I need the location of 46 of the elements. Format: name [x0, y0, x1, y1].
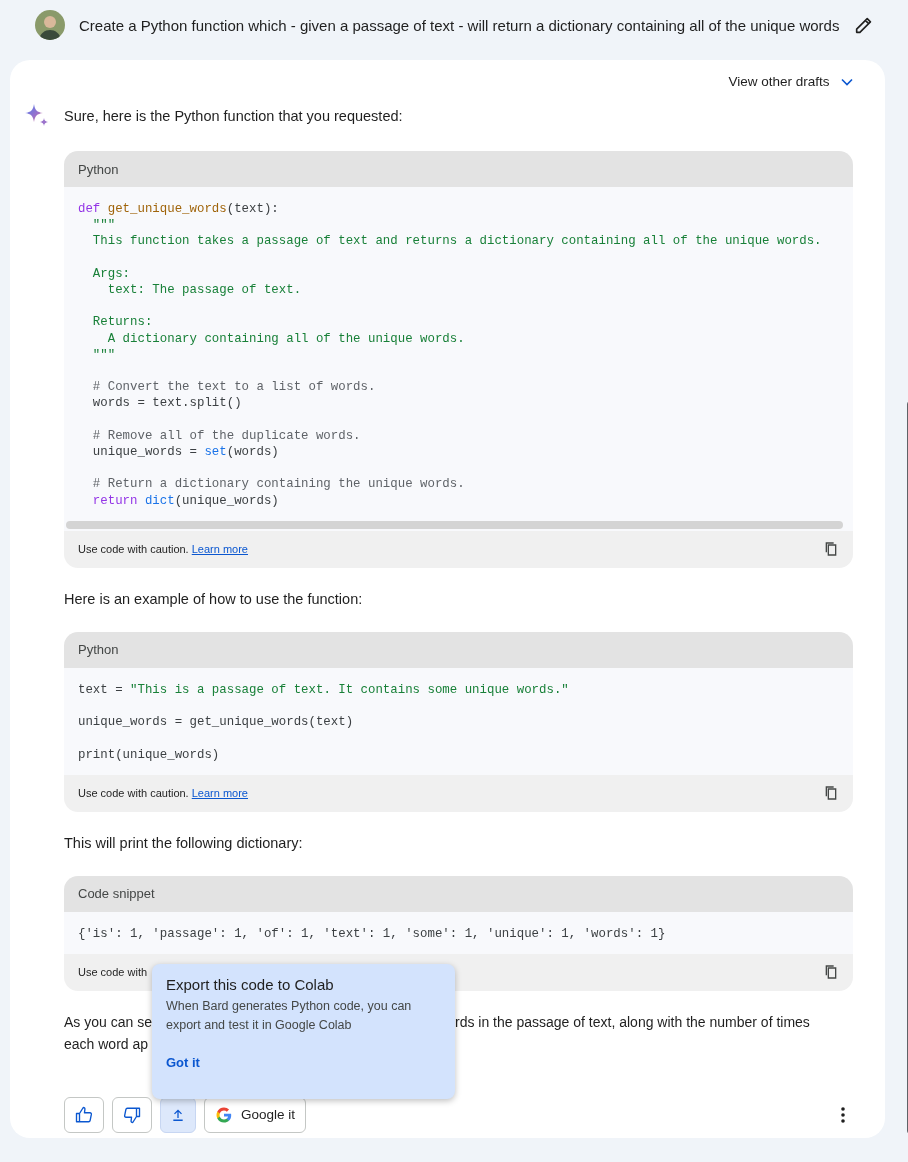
thumbs-down-icon [123, 1105, 141, 1124]
caution-notice: Use code with caution. Learn more [78, 787, 248, 800]
code-language-label: Code snippet [64, 875, 854, 912]
code-line: A dictionary containing all of the unique words. [106, 330, 466, 347]
code-line: Returns: [91, 314, 154, 331]
code-line: Args: [91, 265, 132, 282]
response-text: Sure, here is the Python function that you requested: [64, 107, 403, 126]
tooltip-text: When Bard generates Python code, you can export and test it in Google Colab [166, 998, 413, 1034]
code-line: text: The passage of text. [106, 282, 303, 299]
caution-notice: Use code with [78, 966, 148, 979]
code-line: # Return a dictionary containing the unique words. [91, 476, 466, 493]
google-logo-icon [215, 1105, 233, 1124]
tooltip-title: Export this code to Colab [166, 976, 335, 993]
code-line: # Remove all of the duplicate words. [91, 427, 362, 444]
dislike-button[interactable] [112, 1096, 152, 1133]
code-line: unique_words = set(words) [91, 444, 280, 461]
code-line: return dict(unique_words) [91, 492, 280, 509]
response-text: rds in the passage of text, along with the number of times [455, 1012, 811, 1032]
learn-more-link[interactable]: Learn more [191, 543, 248, 556]
code-language-label: Python [64, 631, 854, 668]
code-line: print(unique_words) [78, 746, 221, 763]
chevron-down-icon [841, 77, 854, 86]
code-line: text = "This is a passage of text. It contains some unique words." [78, 681, 570, 698]
response-text: This will print the following dictionary: [64, 833, 304, 853]
code-line: def get_unique_words(text): [78, 201, 280, 218]
got-it-button[interactable]: Got it [166, 1055, 200, 1070]
code-line: """ [91, 346, 117, 363]
code-language-label: Python [64, 151, 854, 187]
code-line: """ [91, 217, 117, 234]
upload-icon [171, 1107, 185, 1122]
code-line: {'is': 1, 'passage': 1, 'of': 1, 'text': 1, 'some': 1, 'unique': 1, 'words': 1} [78, 925, 667, 942]
response-text: each word ap [64, 1034, 150, 1054]
horizontal-scrollbar[interactable] [66, 520, 844, 529]
avatar [35, 10, 65, 40]
code-line: This function takes a passage of text and returns a dictionary containing all of the unique words. [91, 233, 823, 250]
caution-notice: Use code with caution. Learn more [78, 543, 248, 556]
learn-more-link[interactable]: Learn more [191, 787, 248, 800]
response-text: Here is an example of how to use the function: [64, 589, 364, 609]
code-line: unique_words = get_unique_words(text) [78, 714, 355, 731]
prompt-text: Create a Python function which - given a passage of text - will return a dictionary containing all of the unique words [79, 16, 840, 34]
view-drafts-button[interactable]: View other drafts [728, 70, 854, 93]
code-line: words = text.split() [91, 395, 243, 412]
thumbs-up-icon [75, 1105, 93, 1124]
like-button[interactable] [64, 1096, 104, 1133]
code-line: # Convert the text to a list of words. [91, 379, 377, 396]
response-text: As you can se [64, 1012, 152, 1032]
